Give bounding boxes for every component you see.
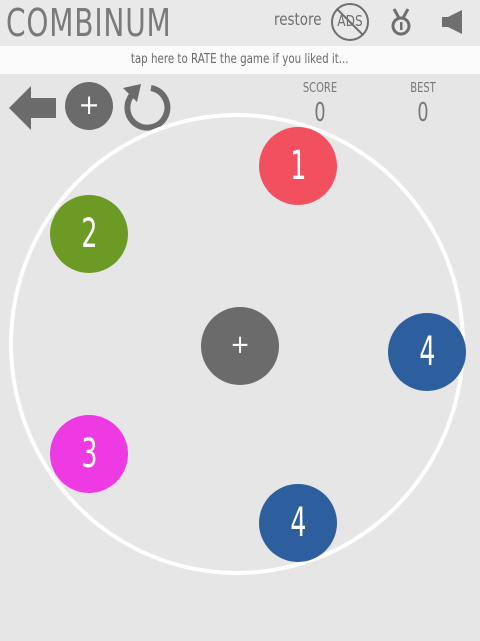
best-label: BEST [410,81,436,96]
number-ball[interactable]: 1 [259,127,337,205]
back-arrow-icon[interactable] [9,86,57,134]
rate-banner[interactable]: tap here to RATE the game if you liked i… [0,46,480,74]
no-ads-icon: ADS [337,12,363,30]
number-ball[interactable]: 2 [50,195,128,273]
number-ball[interactable]: 4 [259,484,337,562]
center-add-button[interactable]: + [201,307,279,385]
no-ads-button[interactable]: ADS [331,3,369,41]
header-bar: COMBINUM restore ADS [0,0,480,46]
ball-value: 4 [289,500,307,546]
add-button[interactable]: + [65,82,113,130]
score-label: SCORE [302,81,338,96]
number-ball[interactable]: 4 [388,313,466,391]
sound-icon[interactable] [441,9,465,39]
ball-value: 4 [418,329,436,375]
rate-text: tap here to RATE the game if you liked i… [131,52,349,67]
medal-icon[interactable] [390,8,412,40]
number-ball[interactable]: 3 [50,415,128,493]
restore-button[interactable]: restore [274,10,321,30]
ball-value: 2 [80,211,98,257]
ball-value: 1 [289,143,307,189]
best-value: 0 [417,98,429,128]
ball-value: 3 [80,431,98,477]
game-title: COMBINUM [6,1,172,45]
